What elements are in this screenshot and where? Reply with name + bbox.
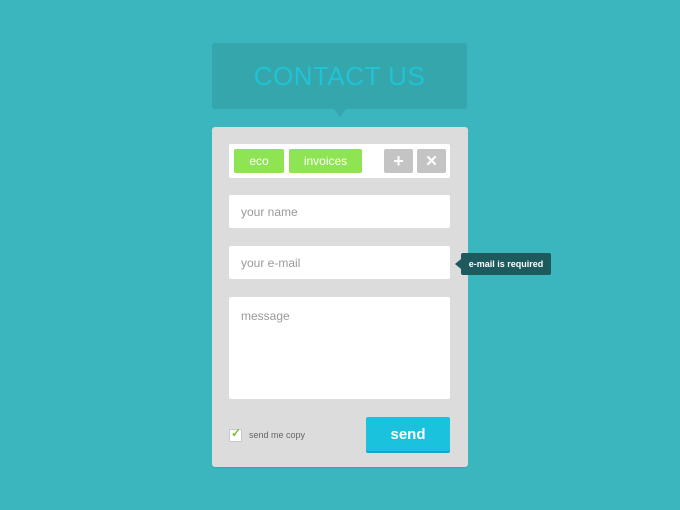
name-input[interactable] <box>229 195 450 228</box>
email-error-tooltip: e-mail is required <box>461 253 551 275</box>
send-button[interactable]: send <box>366 417 450 451</box>
message-textarea[interactable] <box>229 297 450 399</box>
checkmark-icon: ✓ <box>231 426 242 440</box>
close-icon: ✕ <box>425 153 438 170</box>
contact-form-card: eco invoices + ✕ ✓ send me copy send <box>212 127 468 467</box>
plus-icon: + <box>393 150 404 171</box>
email-input[interactable] <box>229 246 450 279</box>
tag-bar: eco invoices + ✕ <box>229 144 450 178</box>
add-tag-button[interactable]: + <box>384 149 413 173</box>
send-copy-checkbox[interactable]: ✓ <box>229 426 242 442</box>
contact-header: CONTACT US <box>212 43 467 109</box>
send-copy-label: send me copy <box>249 430 306 440</box>
tag-invoices[interactable]: invoices <box>289 149 362 173</box>
tag-eco[interactable]: eco <box>234 149 284 173</box>
remove-tag-button[interactable]: ✕ <box>417 149 446 173</box>
header-pointer <box>334 109 346 117</box>
page-title: CONTACT US <box>253 60 426 91</box>
